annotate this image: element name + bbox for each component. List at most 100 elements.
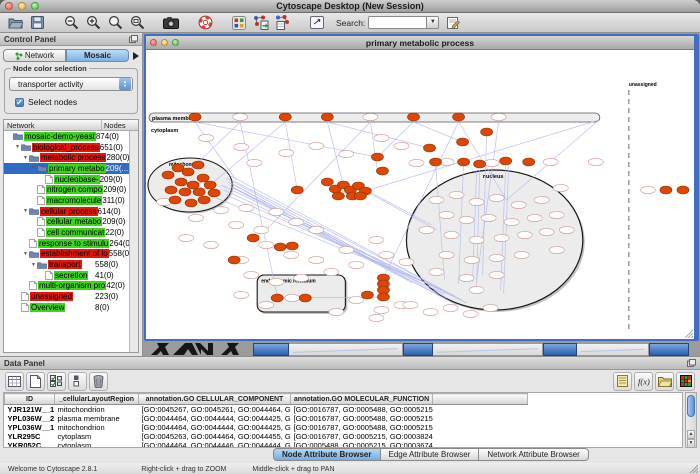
highlighted-gene-node[interactable] bbox=[430, 158, 442, 166]
gene-node[interactable] bbox=[239, 204, 254, 211]
gene-node[interactable] bbox=[349, 296, 364, 303]
highlighted-gene-node[interactable] bbox=[660, 186, 672, 194]
disclosure-arrow-icon[interactable]: ▼ bbox=[31, 165, 36, 171]
gene-node[interactable] bbox=[459, 274, 474, 281]
highlighted-gene-node[interactable] bbox=[185, 199, 197, 207]
gene-node[interactable] bbox=[374, 134, 389, 141]
gene-node[interactable] bbox=[339, 150, 354, 157]
gene-node[interactable] bbox=[399, 258, 414, 265]
formula-builder-button[interactable]: f(x) bbox=[634, 372, 653, 391]
highlighted-gene-node[interactable] bbox=[182, 168, 194, 176]
gene-node[interactable] bbox=[539, 228, 554, 235]
gene-node[interactable] bbox=[269, 278, 284, 285]
gene-node[interactable] bbox=[309, 142, 324, 149]
search-input[interactable] bbox=[368, 16, 426, 29]
highlighted-gene-node[interactable] bbox=[247, 234, 259, 242]
gene-node[interactable] bbox=[494, 234, 509, 241]
highlighted-gene-node[interactable] bbox=[299, 294, 311, 302]
tab-network[interactable]: Network bbox=[3, 49, 66, 62]
disclosure-arrow-icon[interactable]: ▼ bbox=[15, 144, 20, 150]
delete-attribute-button[interactable] bbox=[89, 372, 108, 391]
highlighted-gene-node[interactable] bbox=[354, 192, 366, 200]
highlighted-gene-node[interactable] bbox=[208, 189, 220, 197]
vizmapper-button[interactable] bbox=[229, 14, 249, 32]
gene-node[interactable] bbox=[429, 268, 444, 275]
gene-node[interactable] bbox=[543, 158, 558, 165]
highlighted-gene-node[interactable] bbox=[677, 186, 689, 194]
gene-node[interactable] bbox=[199, 134, 214, 141]
gene-node[interactable] bbox=[429, 196, 444, 203]
tree-row[interactable]: ▼establishment of lo558(0) bbox=[4, 249, 129, 260]
gene-node[interactable] bbox=[464, 256, 479, 263]
gene-node[interactable] bbox=[444, 231, 459, 238]
highlighted-gene-node[interactable] bbox=[407, 113, 419, 121]
background-window-titlebar[interactable] bbox=[649, 343, 689, 356]
gene-node[interactable] bbox=[369, 314, 384, 321]
tree-row[interactable]: multi-organism pro42(0) bbox=[4, 281, 129, 292]
highlighted-gene-node[interactable] bbox=[424, 144, 436, 152]
edge[interactable] bbox=[370, 122, 377, 171]
gene-node[interactable] bbox=[379, 251, 394, 258]
highlighted-gene-node[interactable] bbox=[376, 167, 388, 175]
gene-node[interactable] bbox=[483, 304, 498, 311]
highlighted-gene-node[interactable] bbox=[474, 160, 486, 168]
highlighted-gene-node[interactable] bbox=[271, 294, 283, 302]
highlighted-gene-node[interactable] bbox=[193, 188, 205, 196]
gene-node[interactable] bbox=[204, 241, 219, 248]
table-row[interactable]: YKR052Ccytoplasm[GO:0044464, GO:0044446,… bbox=[5, 441, 528, 448]
highlighted-gene-node[interactable] bbox=[169, 196, 181, 204]
gene-node[interactable] bbox=[233, 113, 248, 120]
gene-node[interactable] bbox=[423, 308, 438, 315]
background-window-titlebar[interactable] bbox=[403, 343, 433, 356]
attribute-checklist-button[interactable] bbox=[47, 372, 66, 391]
highlighted-gene-node[interactable] bbox=[228, 256, 240, 264]
gene-node[interactable] bbox=[443, 304, 458, 311]
highlighted-gene-node[interactable] bbox=[165, 186, 177, 194]
disclosure-arrow-icon[interactable]: ▼ bbox=[23, 208, 28, 214]
edge[interactable] bbox=[231, 187, 412, 283]
highlighted-gene-node[interactable] bbox=[332, 192, 344, 200]
gene-node[interactable] bbox=[247, 159, 262, 166]
table-scrollbar[interactable]: ▲▼ bbox=[685, 392, 697, 448]
gene-node[interactable] bbox=[259, 301, 274, 308]
highlighted-gene-node[interactable] bbox=[274, 243, 286, 251]
gene-node[interactable] bbox=[559, 226, 574, 233]
gene-node[interactable] bbox=[439, 251, 454, 258]
save-session-button[interactable] bbox=[27, 14, 47, 32]
import-table-button[interactable] bbox=[273, 14, 293, 32]
highlighted-gene-node[interactable] bbox=[321, 178, 333, 186]
gene-node[interactable] bbox=[481, 214, 496, 221]
tree-row[interactable]: unassigned223(0) bbox=[4, 291, 129, 302]
gene-node[interactable] bbox=[439, 211, 454, 218]
gene-node[interactable] bbox=[324, 268, 339, 275]
gene-node[interactable] bbox=[553, 184, 568, 191]
gene-node[interactable] bbox=[459, 216, 474, 223]
edge[interactable] bbox=[210, 122, 285, 185]
gene-node[interactable] bbox=[514, 251, 529, 258]
highlighted-gene-node[interactable] bbox=[377, 293, 389, 301]
highlighted-gene-node[interactable] bbox=[197, 174, 209, 182]
column-header[interactable] bbox=[433, 394, 528, 405]
highlighted-gene-node[interactable] bbox=[179, 188, 191, 196]
tab-overflow-button[interactable] bbox=[133, 52, 139, 60]
tab-mosaic[interactable]: Mosaic bbox=[66, 49, 129, 62]
gene-node[interactable] bbox=[259, 241, 274, 248]
gene-node[interactable] bbox=[279, 149, 294, 156]
heatmap-button[interactable] bbox=[676, 372, 695, 391]
gene-node[interactable] bbox=[409, 159, 424, 166]
gene-node[interactable] bbox=[374, 306, 389, 313]
gene-node[interactable] bbox=[484, 159, 499, 166]
edge[interactable] bbox=[413, 122, 462, 142]
gene-node[interactable] bbox=[511, 201, 526, 208]
gene-node[interactable] bbox=[469, 198, 484, 205]
gene-node[interactable] bbox=[491, 113, 506, 120]
plugins-help-button[interactable] bbox=[195, 14, 215, 32]
table-row[interactable]: YPL036W__2plasma membrane[GO:0044464, GO… bbox=[5, 414, 528, 423]
gene-node[interactable] bbox=[449, 191, 464, 198]
highlighted-gene-node[interactable] bbox=[286, 242, 298, 250]
gene-node[interactable] bbox=[214, 206, 229, 213]
tab-node-attribute-browser[interactable]: Node Attribute Browser bbox=[273, 448, 381, 461]
gene-node[interactable] bbox=[463, 310, 478, 317]
tree-row[interactable]: cellular metabo209(0) bbox=[4, 217, 129, 228]
gene-node[interactable] bbox=[179, 234, 194, 241]
